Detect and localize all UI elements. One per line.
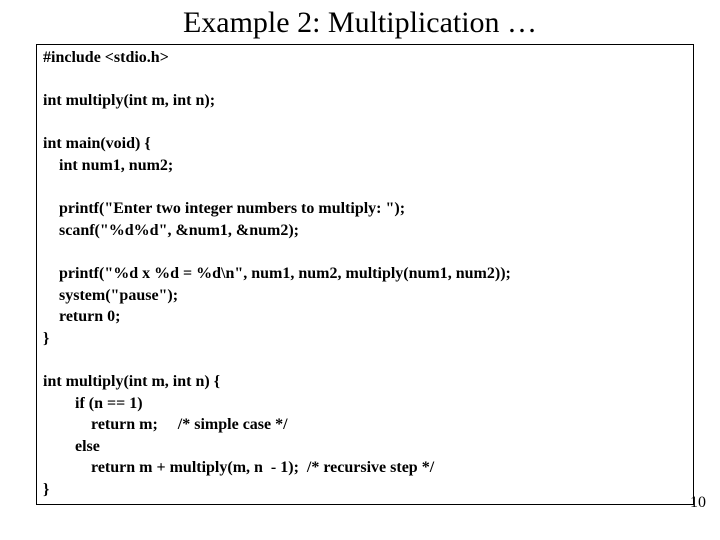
page-number: 10 [690, 494, 706, 512]
code-line: scanf("%d%d", &num1, &num2); [43, 222, 299, 239]
code-line: } [43, 481, 49, 498]
code-line: int main(void) { [43, 135, 151, 152]
code-block: #include <stdio.h> int multiply(int m, i… [36, 44, 694, 505]
code-line: return m; /* simple case */ [43, 416, 288, 433]
slide-title: Example 2: Multiplication … [0, 0, 720, 44]
code-line: if (n == 1) [43, 395, 143, 412]
code-line: return 0; [43, 308, 120, 325]
code-line: int multiply(int m, int n); [43, 92, 215, 109]
slide: Example 2: Multiplication … #include <st… [0, 0, 720, 540]
code-line: else [43, 438, 100, 455]
code-line: printf("%d x %d = %d\n", num1, num2, mul… [43, 265, 511, 282]
code-line: system("pause"); [43, 287, 178, 304]
code-line: int multiply(int m, int n) { [43, 373, 220, 390]
code-line: return m + multiply(m, n - 1); /* recurs… [43, 459, 434, 476]
code-line: #include <stdio.h> [43, 49, 169, 66]
code-line: printf("Enter two integer numbers to mul… [43, 200, 405, 217]
code-line: int num1, num2; [43, 157, 173, 174]
code-line: } [43, 330, 49, 347]
